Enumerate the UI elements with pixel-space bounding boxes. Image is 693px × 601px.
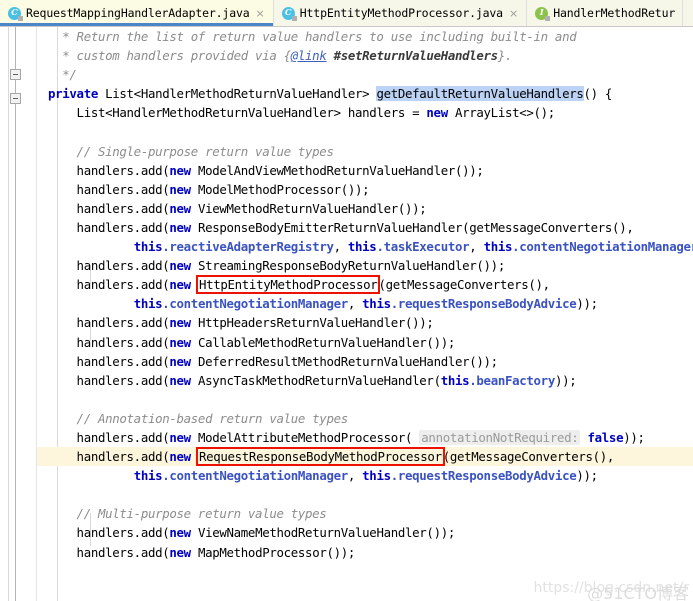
code-line[interactable]: handlers.add(new HttpHeadersReturnValueH… [37,313,693,332]
code-line-request-response-body-method-processor[interactable]: handlers.add(new RequestResponseBodyMeth… [37,447,693,467]
code-line[interactable]: handlers.add(new ViewNameMethodReturnVal… [37,523,693,542]
code-text-area[interactable]: * Return the list of return value handle… [37,27,693,601]
code-line[interactable]: handlers.add(new ModelAttributeMethodPro… [37,428,693,447]
editor-tab-label: HttpEntityMethodProcessor.java [299,6,503,20]
code-line-method-signature[interactable]: private List<HandlerMethodReturnValueHan… [37,84,693,103]
code-line-blank[interactable] [37,122,693,141]
selected-identifier: getDefaultReturnValueHandlers [376,86,584,102]
file-corner-shape [291,15,297,21]
code-line-comment-annotation-based[interactable]: // Annotation-based return value types [37,409,693,428]
code-line-comment-multi-purpose[interactable]: // Multi-purpose return value types [37,504,693,523]
editor-tab-label: RequestMappingHandlerAdapter.java [26,6,250,20]
code-line[interactable]: * custom handlers provided via {@link #s… [37,46,693,65]
code-line-http-entity-method-processor[interactable]: handlers.add(new HttpEntityMethodProcess… [37,275,693,295]
fold-region-line [15,80,16,93]
code-line-comment-single-purpose[interactable]: // Single-purpose return value types [37,142,693,161]
code-line[interactable]: handlers.add(new ModelMethodProcessor())… [37,180,693,199]
code-line-blank[interactable] [37,485,693,504]
annotation-box-http-entity-method-processor: HttpEntityMethodProcessor [195,275,381,295]
code-line[interactable]: handlers.add(new ResponseBodyEmitterRetu… [37,218,693,237]
editor-tab-request-mapping-handler-adapter[interactable]: C RequestMappingHandlerAdapter.java × [0,0,274,26]
code-line[interactable]: handlers.add(new ModelAndViewMethodRetur… [37,161,693,180]
code-line[interactable]: handlers.add(new MapMethodProcessor()); [37,543,693,562]
close-icon[interactable]: × [508,8,519,19]
code-line[interactable]: this.contentNegotiationManager, this.req… [37,466,693,485]
code-line[interactable]: handlers.add(new CallableMethodReturnVal… [37,333,693,352]
editor-tab-handler-method-return[interactable]: I HandlerMethodRetur [527,0,684,26]
code-fold-marker[interactable] [10,93,21,104]
code-line[interactable]: handlers.add(new ViewMethodReturnValueHa… [37,199,693,218]
java-class-icon: C [8,6,23,21]
ide-window: C RequestMappingHandlerAdapter.java × C … [0,0,693,601]
java-class-icon: C [281,6,297,21]
file-corner-shape [545,15,551,21]
editor-tab-bar: C RequestMappingHandlerAdapter.java × C … [0,0,693,27]
editor-tab-http-entity-method-processor[interactable]: C HttpEntityMethodProcessor.java × [273,0,528,26]
java-interface-icon: I [535,6,551,21]
annotation-box-request-response-body-method-processor: RequestResponseBodyMethodProcessor [195,447,445,467]
code-editor[interactable]: * Return the list of return value handle… [0,27,693,601]
code-line[interactable]: handlers.add(new AsyncTaskMethodReturnVa… [37,371,693,390]
fold-region-line [15,27,16,69]
code-line[interactable]: this.reactiveAdapterRegistry, this.taskE… [37,237,693,256]
code-line[interactable]: handlers.add(new StreamingResponseBodyRe… [37,256,693,275]
code-line[interactable]: */ [37,65,693,84]
code-line[interactable]: * Return the list of return value handle… [37,27,693,46]
gutter-divider [8,27,9,601]
fold-region-line [15,104,16,601]
code-line[interactable]: handlers.add(new DeferredResultMethodRet… [37,352,693,371]
close-icon[interactable]: × [255,8,266,19]
code-line-blank[interactable] [37,390,693,409]
code-line[interactable]: this.contentNegotiationManager, this.req… [37,294,693,313]
file-corner-shape [18,15,23,21]
code-line[interactable]: List<HandlerMethodReturnValueHandler> ha… [37,103,693,122]
parameter-hint-badge: annotationNotRequired: [419,429,581,445]
editor-gutter[interactable] [0,27,37,601]
editor-tab-label: HandlerMethodRetur [553,6,676,20]
code-fold-marker[interactable] [10,69,21,80]
